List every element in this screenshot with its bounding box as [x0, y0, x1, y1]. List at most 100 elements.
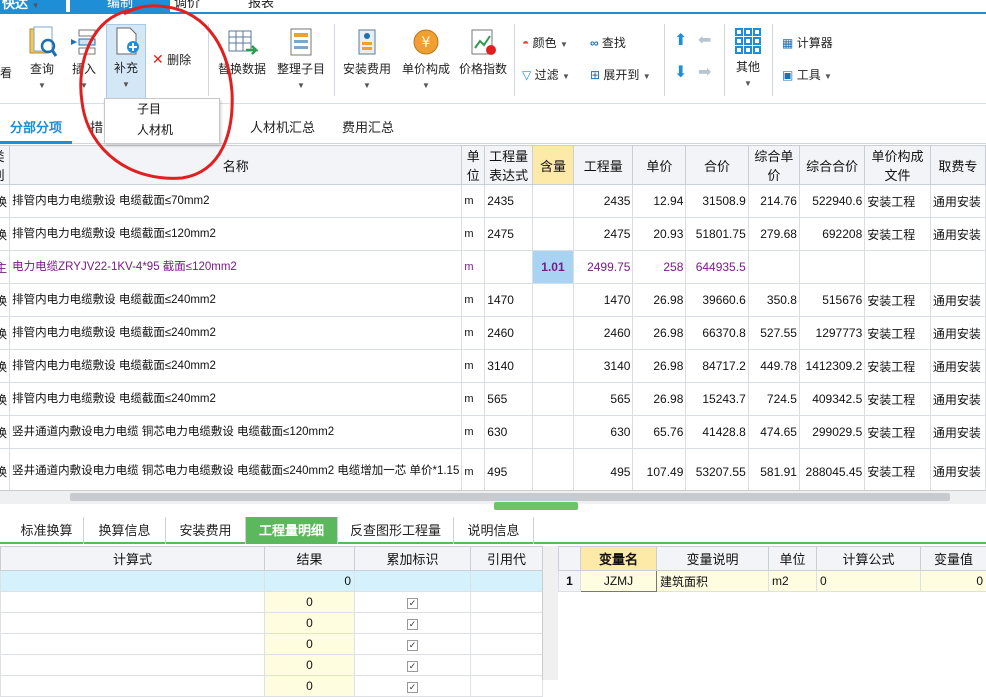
- cell-accumulate[interactable]: [355, 571, 471, 592]
- cell-fee-category[interactable]: 通用安装: [930, 317, 985, 350]
- app-menu-button[interactable]: 快达 ▼: [0, 0, 66, 14]
- col-category[interactable]: 类别: [0, 146, 10, 185]
- cell-content[interactable]: [532, 383, 573, 416]
- grid-row[interactable]: 换排管内电力电缆敷设 电缆截面≤120mm2m2475247520.935180…: [0, 218, 986, 251]
- cell-name[interactable]: 排管内电力电缆敷设 电缆截面≤70mm2: [10, 185, 462, 218]
- move-right-icon[interactable]: ➡: [698, 64, 711, 82]
- cell-category[interactable]: 换: [0, 350, 10, 383]
- tab-reverse-lookup-quantity[interactable]: 反查图形工程量: [338, 517, 454, 544]
- grid-row[interactable]: 换排管内电力电缆敷设 电缆截面≤240mm2m3140314026.988471…: [0, 350, 986, 383]
- col-fee-category[interactable]: 取费专: [930, 146, 985, 185]
- cell-content[interactable]: [532, 284, 573, 317]
- cell-unit[interactable]: m: [462, 284, 485, 317]
- move-left-icon[interactable]: ⬅: [698, 32, 711, 50]
- cell-unit-price[interactable]: 12.94: [633, 185, 686, 218]
- cell-price-file[interactable]: 安装工程: [865, 350, 931, 383]
- calc-row[interactable]: 0✓: [1, 676, 543, 697]
- cell-composite-price[interactable]: 527.55: [748, 317, 799, 350]
- col-quantity-expression[interactable]: 工程量表达式: [485, 146, 533, 185]
- col-variable-value[interactable]: 变量值: [921, 547, 986, 571]
- cell-name[interactable]: 排管内电力电缆敷设 电缆截面≤120mm2: [10, 218, 462, 251]
- grid-row[interactable]: 换竖井通道内敷设电力电缆 铜芯电力电缆敷设 电缆截面≤120mm2m630630…: [0, 416, 986, 449]
- cell-composite-total[interactable]: 515676: [799, 284, 864, 317]
- cell-name[interactable]: 竖井通道内敷设电力电缆 铜芯电力电缆敷设 电缆截面≤240mm2 电缆增加一芯 …: [10, 449, 462, 491]
- col-variable-unit[interactable]: 单位: [769, 547, 817, 571]
- cell-composite-price[interactable]: 214.76: [748, 185, 799, 218]
- cell-reference[interactable]: [471, 655, 543, 676]
- cell-composite-total[interactable]: [799, 251, 864, 284]
- cell-formula[interactable]: [1, 613, 265, 634]
- cell-variable-value[interactable]: 0: [921, 571, 986, 592]
- unit-price-composition-button[interactable]: ¥ 单价构成▼: [400, 26, 452, 91]
- cell-total[interactable]: 66370.8: [686, 317, 748, 350]
- cell-composite-total[interactable]: 299029.5: [799, 416, 864, 449]
- cell-fee-category[interactable]: 通用安装: [930, 284, 985, 317]
- checkbox-icon[interactable]: ✓: [407, 682, 418, 693]
- organize-items-button[interactable]: 整理子目▼: [274, 26, 328, 91]
- cell-composite-price[interactable]: 581.91: [748, 449, 799, 491]
- cell-unit[interactable]: m: [462, 317, 485, 350]
- cell-composite-total[interactable]: 288045.45: [799, 449, 864, 491]
- tab-divisional-items[interactable]: 分部分项: [10, 117, 62, 136]
- calc-row[interactable]: 0: [1, 571, 543, 592]
- cell-unit[interactable]: m: [462, 251, 485, 284]
- cell-expression[interactable]: 2435: [485, 185, 533, 218]
- cell-expression[interactable]: 565: [485, 383, 533, 416]
- cell-unit-price[interactable]: 26.98: [633, 317, 686, 350]
- cell-total[interactable]: 31508.9: [686, 185, 748, 218]
- cell-expression[interactable]: 1470: [485, 284, 533, 317]
- cell-name[interactable]: 竖井通道内敷设电力电缆 铜芯电力电缆敷设 电缆截面≤120mm2: [10, 416, 462, 449]
- col-composite-total[interactable]: 综合合价: [799, 146, 864, 185]
- cell-fee-category[interactable]: 通用安装: [930, 218, 985, 251]
- col-total[interactable]: 合价: [686, 146, 748, 185]
- cell-formula[interactable]: [1, 676, 265, 697]
- cell-total[interactable]: 41428.8: [686, 416, 748, 449]
- cell-price-file[interactable]: 安装工程: [865, 284, 931, 317]
- checkbox-icon[interactable]: ✓: [407, 661, 418, 672]
- other-button[interactable]: 其他▼: [730, 26, 766, 89]
- checkbox-icon[interactable]: ✓: [407, 598, 418, 609]
- move-down-icon[interactable]: ⬇: [674, 64, 687, 82]
- cell-calc-formula[interactable]: 0: [817, 571, 921, 592]
- cell-formula[interactable]: [1, 571, 265, 592]
- calc-row[interactable]: 0✓: [1, 592, 543, 613]
- tab-fee-summary[interactable]: 费用汇总: [342, 117, 394, 136]
- cell-reference[interactable]: [471, 613, 543, 634]
- cell-content[interactable]: [532, 449, 573, 491]
- vertical-scrollbar[interactable]: [542, 546, 558, 680]
- cell-unit-price[interactable]: 65.76: [633, 416, 686, 449]
- cell-category[interactable]: 主: [0, 251, 10, 284]
- cell-quantity[interactable]: 565: [574, 383, 633, 416]
- calc-row[interactable]: 0✓: [1, 613, 543, 634]
- tab-conversion-info[interactable]: 换算信息: [84, 517, 166, 544]
- cell-quantity[interactable]: 1470: [574, 284, 633, 317]
- cell-unit[interactable]: m: [462, 185, 485, 218]
- cell-total[interactable]: 39660.6: [686, 284, 748, 317]
- cell-formula[interactable]: [1, 592, 265, 613]
- cell-composite-price[interactable]: [748, 251, 799, 284]
- cell-name[interactable]: 排管内电力电缆敷设 电缆截面≤240mm2: [10, 284, 462, 317]
- cell-expression[interactable]: [485, 251, 533, 284]
- cell-expression[interactable]: 2475: [485, 218, 533, 251]
- cell-accumulate[interactable]: ✓: [355, 613, 471, 634]
- cell-total[interactable]: 53207.55: [686, 449, 748, 491]
- cell-category[interactable]: 换: [0, 218, 10, 251]
- cell-fee-category[interactable]: 通用安装: [930, 449, 985, 491]
- cell-total[interactable]: 15243.7: [686, 383, 748, 416]
- cell-price-file[interactable]: 安装工程: [865, 185, 931, 218]
- cell-name[interactable]: 排管内电力电缆敷设 电缆截面≤240mm2: [10, 383, 462, 416]
- col-variable-name[interactable]: 变量名: [581, 547, 657, 571]
- tab-quantity-detail[interactable]: 工程量明细: [246, 517, 338, 544]
- cell-variable-name[interactable]: JZMJ: [581, 571, 657, 592]
- cell-price-file[interactable]: 安装工程: [865, 317, 931, 350]
- col-variable-desc[interactable]: 变量说明: [657, 547, 769, 571]
- cell-category[interactable]: 换: [0, 284, 10, 317]
- checkbox-icon[interactable]: ✓: [407, 619, 418, 630]
- find-button[interactable]: ∞ 查找: [590, 34, 626, 52]
- cell-unit-price[interactable]: 107.49: [633, 449, 686, 491]
- cell-formula[interactable]: [1, 634, 265, 655]
- cell-content[interactable]: [532, 185, 573, 218]
- cell-category[interactable]: 换: [0, 416, 10, 449]
- variable-row[interactable]: 1JZMJ建筑面积m200: [559, 571, 986, 592]
- price-index-button[interactable]: 价格指数: [456, 26, 510, 77]
